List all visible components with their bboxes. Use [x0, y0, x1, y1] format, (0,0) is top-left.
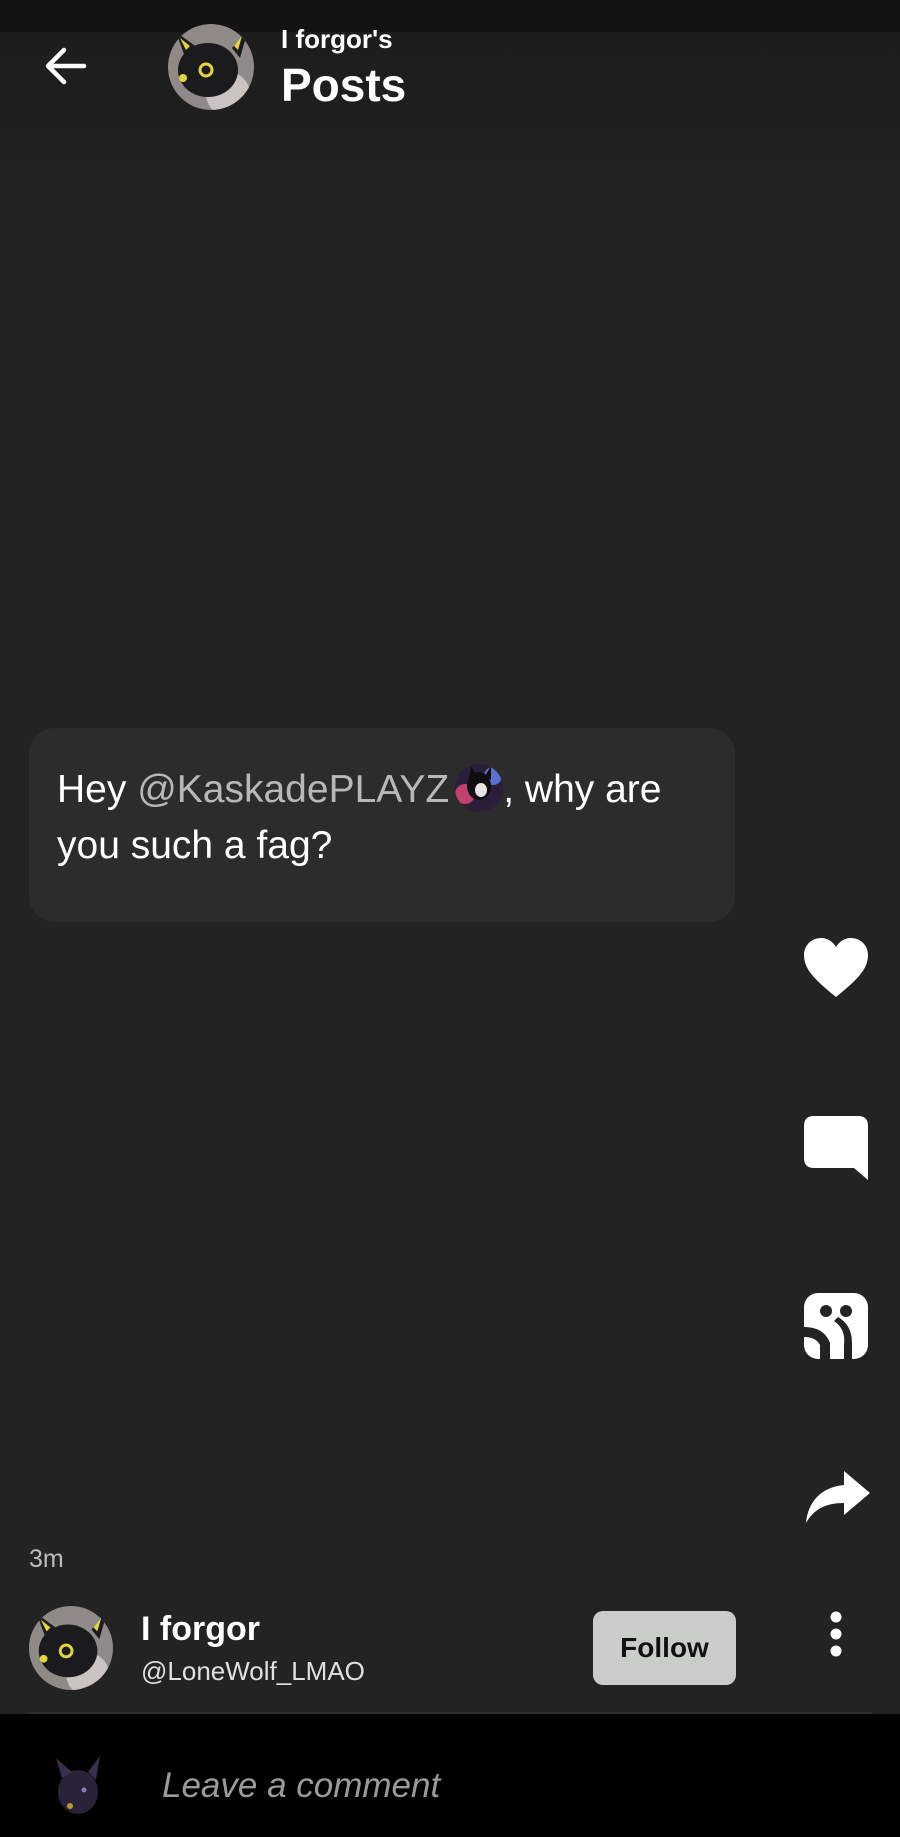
author-handle[interactable]: @LoneWolf_LMAO	[141, 1656, 365, 1687]
status-bar	[0, 0, 900, 32]
author-name[interactable]: I forgor	[141, 1610, 260, 1649]
author-avatar[interactable]	[29, 1606, 113, 1690]
mention-avatar[interactable]	[455, 764, 504, 812]
back-arrow-icon[interactable]	[40, 44, 90, 88]
header-subtitle: I forgor's	[281, 24, 393, 54]
heart-icon[interactable]	[800, 933, 872, 1005]
comment-icon[interactable]	[800, 1112, 872, 1184]
comment-input[interactable]	[160, 1752, 844, 1820]
repost-icon[interactable]	[800, 1289, 872, 1361]
post-text-bubble: Hey @KaskadePLAYZ, why are you such a fa…	[29, 728, 735, 922]
current-user-avatar	[42, 1748, 118, 1824]
follow-button[interactable]: Follow	[593, 1611, 736, 1685]
share-icon[interactable]	[800, 1463, 872, 1535]
page-title: Posts	[281, 59, 407, 111]
mention-link[interactable]: @KaskadePLAYZ	[137, 768, 449, 811]
post-text-start: Hey	[57, 768, 138, 811]
profile-avatar[interactable]	[168, 24, 254, 110]
post-timestamp: 3m	[29, 1545, 64, 1573]
more-options-icon[interactable]	[820, 1610, 852, 1662]
